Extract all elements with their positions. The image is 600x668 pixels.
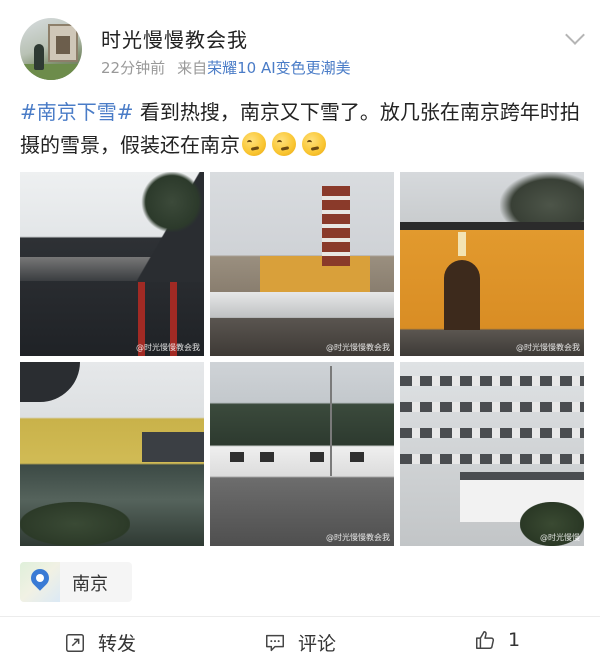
chevron-down-icon[interactable] (565, 25, 585, 45)
photo-watermark: @时光慢慢教会我 (136, 343, 200, 352)
location-tag[interactable]: 南京 (20, 562, 132, 602)
photo-thumbnail[interactable]: @时光慢慢教会我 (210, 172, 394, 356)
photo-bench (350, 452, 364, 462)
thinking-emoji-icon (242, 132, 266, 156)
hashtag-link[interactable]: #南京下雪# (20, 100, 134, 124)
avatar-person (34, 44, 44, 70)
photo-watermark: @时光慢慢 (540, 533, 580, 542)
action-bar: 转发 评论 1 (0, 616, 600, 668)
photo-roof-row (400, 428, 584, 438)
photo-thumbnail[interactable] (20, 362, 204, 546)
avatar-grass (20, 64, 82, 80)
forward-button[interactable]: 转发 (64, 629, 136, 656)
photo-roof-row (400, 454, 584, 464)
comment-icon (266, 634, 284, 651)
photo-thumbnail[interactable]: @时光慢慢 (400, 362, 584, 546)
photo-thumbnail[interactable]: @时光慢慢教会我 (210, 362, 394, 546)
photo-watermark: @时光慢慢教会我 (516, 343, 580, 352)
photo-pagoda (322, 186, 350, 266)
post-text: #南京下雪# 看到热搜，南京又下雪了。放几张在南京跨年时拍摄的雪景，假装还在南京 (20, 96, 585, 162)
source-prefix: 来自 (177, 59, 208, 77)
photo-plaque (458, 232, 466, 256)
photo-flagpole (330, 366, 332, 476)
pin-shape (27, 565, 53, 591)
photo-roof-row (400, 376, 584, 386)
photo-watermark: @时光慢慢教会我 (326, 533, 390, 542)
photo-bench (310, 452, 324, 462)
thinking-emoji-icon (272, 132, 296, 156)
avatar[interactable] (20, 18, 82, 80)
photo-bench (230, 452, 244, 462)
location-pin-icon (20, 562, 60, 602)
photo-roof-row (400, 402, 584, 412)
post-meta: 22分钟前 来自荣耀10 AI变色更潮美 (101, 57, 351, 78)
photo-eave (20, 362, 80, 402)
thumbs-up-icon (476, 631, 495, 649)
photo-thumbnail[interactable]: @时光慢慢教会我 (400, 172, 584, 356)
photo-building (260, 256, 370, 296)
like-count: 1 (508, 629, 521, 651)
photo-roofline (400, 222, 584, 230)
post-header: 时光慢慢教会我 22分钟前 来自荣耀10 AI变色更潮美 (0, 0, 600, 90)
location-label: 南京 (72, 574, 108, 595)
photo-bush (20, 502, 130, 546)
photo-trees (500, 172, 584, 227)
thinking-emoji-icon (302, 132, 326, 156)
comment-label: 评论 (298, 633, 337, 655)
username[interactable]: 时光慢慢教会我 (101, 24, 248, 53)
source-device-link[interactable]: 荣耀10 AI变色更潮美 (207, 59, 351, 77)
photo-grid: @时光慢慢教会我 @时光慢慢教会我 @时光慢慢教会我 @时光慢慢教会我 @时光慢… (20, 172, 585, 546)
photo-watermark: @时光慢慢教会我 (326, 343, 390, 352)
forward-label: 转发 (98, 633, 137, 655)
comment-button[interactable]: 评论 (264, 629, 336, 656)
avatar-building (48, 24, 78, 62)
photo-tree (140, 172, 204, 232)
photo-gate (444, 260, 480, 330)
photo-bench (260, 452, 274, 462)
photo-pavilion (142, 432, 204, 462)
like-button[interactable]: 1 (474, 629, 520, 651)
post-time: 22分钟前 (101, 59, 166, 77)
photo-thumbnail[interactable]: @时光慢慢教会我 (20, 172, 204, 356)
forward-share-icon (66, 633, 84, 652)
